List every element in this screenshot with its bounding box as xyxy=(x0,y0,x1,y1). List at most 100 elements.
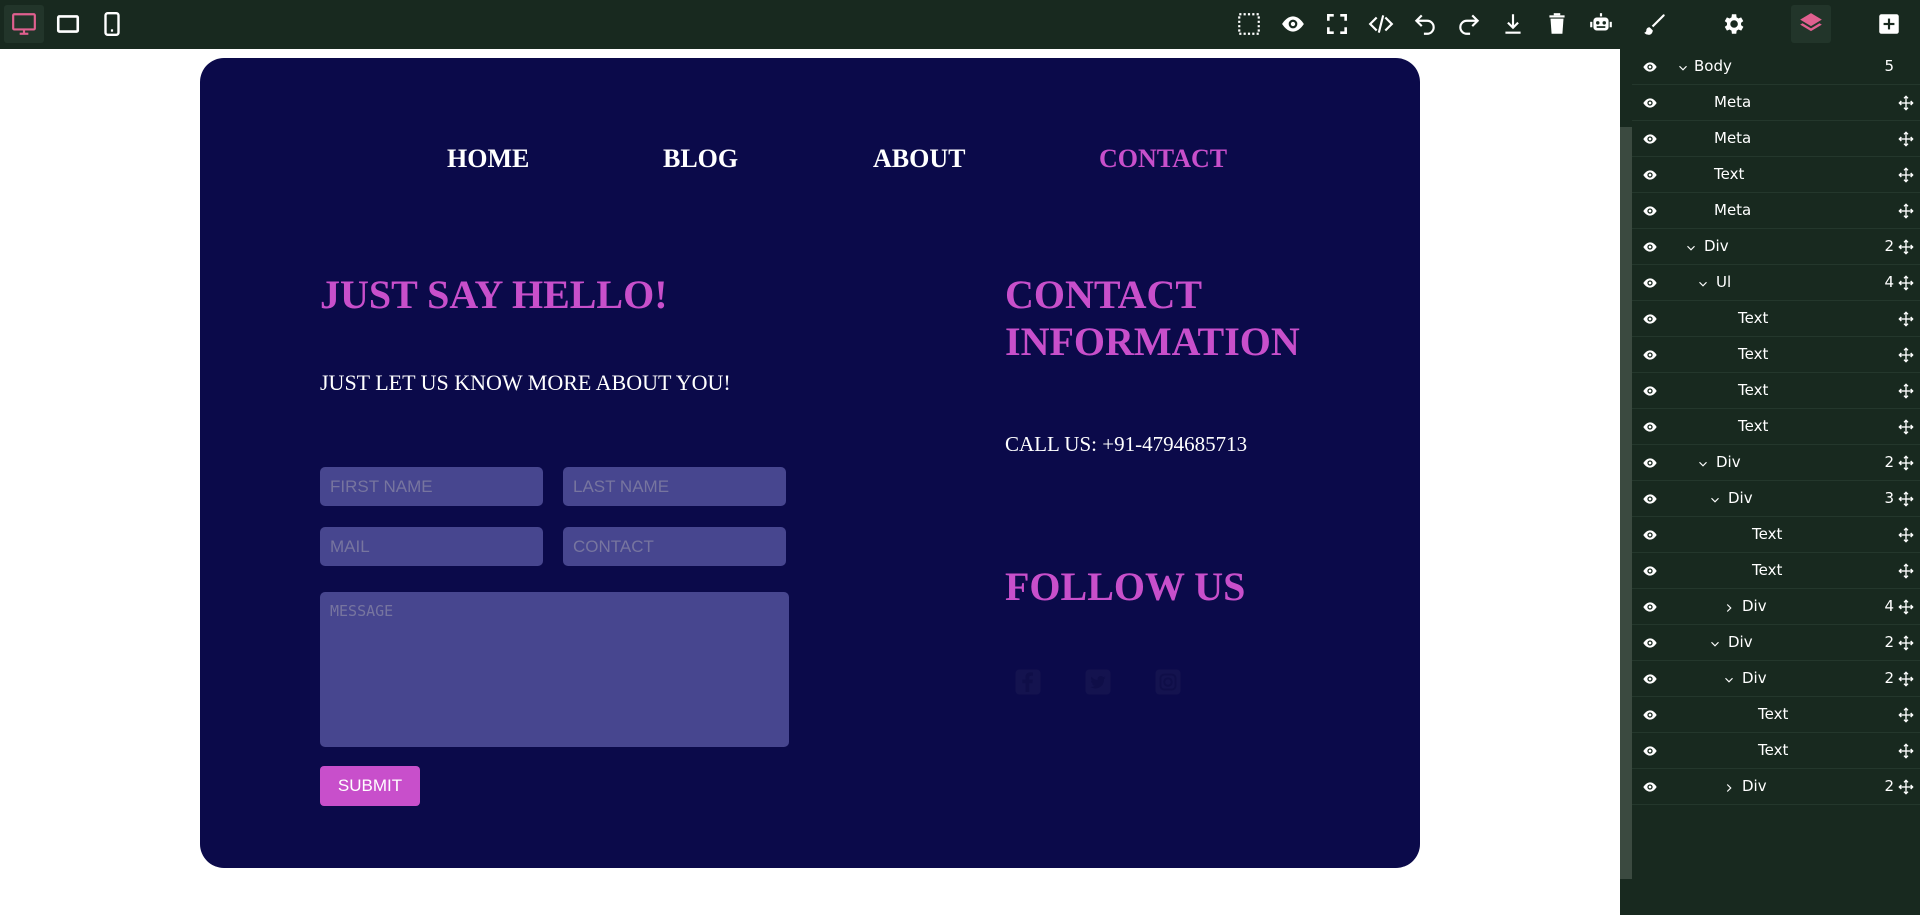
layer-row[interactable]: Text xyxy=(1632,553,1920,589)
drag-move-icon[interactable] xyxy=(1898,491,1914,507)
add-block-icon[interactable] xyxy=(1869,5,1909,43)
layer-row[interactable]: Div 4 xyxy=(1632,589,1920,625)
nav-blog-link[interactable]: BLOG xyxy=(663,144,738,174)
contact-input[interactable] xyxy=(563,527,786,566)
layer-row[interactable]: Div 2 xyxy=(1632,769,1920,805)
nav-about-link[interactable]: ABOUT xyxy=(873,144,965,174)
select-area-icon[interactable] xyxy=(1229,5,1269,43)
chevron-down-icon[interactable] xyxy=(1684,240,1698,254)
visibility-eye-icon[interactable] xyxy=(1642,131,1658,147)
drag-move-icon[interactable] xyxy=(1898,131,1914,147)
instagram-icon[interactable] xyxy=(1151,665,1185,699)
submit-button[interactable]: SUBMIT xyxy=(320,766,420,806)
visibility-eye-icon[interactable] xyxy=(1642,707,1658,723)
nav-home-link[interactable]: HOME xyxy=(447,144,529,174)
layer-row[interactable]: Text xyxy=(1632,301,1920,337)
drag-move-icon[interactable] xyxy=(1898,455,1914,471)
visibility-eye-icon[interactable] xyxy=(1642,311,1658,327)
drag-move-icon[interactable] xyxy=(1898,311,1914,327)
twitter-icon[interactable] xyxy=(1081,665,1115,699)
visibility-eye-icon[interactable] xyxy=(1642,419,1658,435)
chevron-down-icon[interactable] xyxy=(1696,456,1710,470)
drag-move-icon[interactable] xyxy=(1898,239,1914,255)
chevron-down-icon[interactable] xyxy=(1676,60,1690,74)
visibility-eye-icon[interactable] xyxy=(1642,95,1658,111)
mail-input[interactable] xyxy=(320,527,543,566)
drag-move-icon[interactable] xyxy=(1898,671,1914,687)
layer-row[interactable]: Meta xyxy=(1632,121,1920,157)
mobile-icon[interactable] xyxy=(92,5,132,43)
visibility-eye-icon[interactable] xyxy=(1642,167,1658,183)
visibility-eye-icon[interactable] xyxy=(1642,455,1658,471)
layer-row[interactable]: Text xyxy=(1632,733,1920,769)
visibility-eye-icon[interactable] xyxy=(1642,203,1658,219)
layer-row[interactable]: Text xyxy=(1632,697,1920,733)
layer-row[interactable]: Text xyxy=(1632,373,1920,409)
drag-move-icon[interactable] xyxy=(1898,563,1914,579)
layer-row[interactable]: Text xyxy=(1632,337,1920,373)
visibility-eye-icon[interactable] xyxy=(1642,779,1658,795)
tablet-icon[interactable] xyxy=(48,5,88,43)
visibility-eye-icon[interactable] xyxy=(1642,671,1658,687)
drag-move-icon[interactable] xyxy=(1898,167,1914,183)
visibility-eye-icon[interactable] xyxy=(1642,59,1658,75)
layer-row[interactable]: Meta xyxy=(1632,85,1920,121)
visibility-eye-icon[interactable] xyxy=(1642,563,1658,579)
layer-row[interactable]: Ul 4 xyxy=(1632,265,1920,301)
first-name-input[interactable] xyxy=(320,467,543,506)
drag-move-icon[interactable] xyxy=(1898,707,1914,723)
drag-move-icon[interactable] xyxy=(1898,203,1914,219)
drag-move-icon[interactable] xyxy=(1898,635,1914,651)
chevron-down-icon[interactable] xyxy=(1708,636,1722,650)
layer-row[interactable]: Text xyxy=(1632,517,1920,553)
visibility-eye-icon[interactable] xyxy=(1642,275,1658,291)
layer-row[interactable]: Text xyxy=(1632,409,1920,445)
visibility-eye-icon[interactable] xyxy=(1642,491,1658,507)
drag-move-icon[interactable] xyxy=(1898,527,1914,543)
visibility-eye-icon[interactable] xyxy=(1642,599,1658,615)
visibility-eye-icon[interactable] xyxy=(1642,383,1658,399)
robot-icon[interactable] xyxy=(1581,5,1621,43)
drag-move-icon[interactable] xyxy=(1898,743,1914,759)
drag-move-icon[interactable] xyxy=(1898,599,1914,615)
layer-row[interactable]: Body 5 xyxy=(1632,49,1920,85)
trash-icon[interactable] xyxy=(1537,5,1577,43)
visibility-eye-icon[interactable] xyxy=(1642,635,1658,651)
facebook-icon[interactable] xyxy=(1011,665,1045,699)
visibility-eye-icon[interactable] xyxy=(1642,527,1658,543)
drag-move-icon[interactable] xyxy=(1898,275,1914,291)
desktop-icon[interactable] xyxy=(4,5,44,43)
layer-row[interactable]: Div 2 xyxy=(1632,661,1920,697)
drag-move-icon[interactable] xyxy=(1898,383,1914,399)
download-icon[interactable] xyxy=(1493,5,1533,43)
chevron-right-icon[interactable] xyxy=(1722,600,1736,614)
chevron-down-icon[interactable] xyxy=(1696,276,1710,290)
layer-row[interactable]: Div 2 xyxy=(1632,625,1920,661)
layer-row[interactable]: Div 2 xyxy=(1632,445,1920,481)
layer-row[interactable]: Text xyxy=(1632,157,1920,193)
layers-icon[interactable] xyxy=(1791,5,1831,43)
layer-row[interactable]: Div 3 xyxy=(1632,481,1920,517)
layer-row[interactable]: Div 2 xyxy=(1632,229,1920,265)
layer-row[interactable]: Meta xyxy=(1632,193,1920,229)
code-icon[interactable] xyxy=(1361,5,1401,43)
nav-contact-link[interactable]: CONTACT xyxy=(1099,144,1227,174)
gear-icon[interactable] xyxy=(1713,5,1753,43)
drag-move-icon[interactable] xyxy=(1898,779,1914,795)
drag-move-icon[interactable] xyxy=(1898,347,1914,363)
canvas-scrollbar-thumb[interactable] xyxy=(1620,127,1632,879)
visibility-eye-icon[interactable] xyxy=(1642,743,1658,759)
drag-move-icon[interactable] xyxy=(1898,419,1914,435)
redo-icon[interactable] xyxy=(1449,5,1489,43)
undo-icon[interactable] xyxy=(1405,5,1445,43)
brush-icon[interactable] xyxy=(1635,5,1675,43)
visibility-eye-icon[interactable] xyxy=(1642,239,1658,255)
drag-move-icon[interactable] xyxy=(1898,95,1914,111)
chevron-down-icon[interactable] xyxy=(1722,672,1736,686)
chevron-down-icon[interactable] xyxy=(1708,492,1722,506)
last-name-input[interactable] xyxy=(563,467,786,506)
fullscreen-icon[interactable] xyxy=(1317,5,1357,43)
preview-icon[interactable] xyxy=(1273,5,1313,43)
message-textarea[interactable] xyxy=(320,592,789,747)
visibility-eye-icon[interactable] xyxy=(1642,347,1658,363)
